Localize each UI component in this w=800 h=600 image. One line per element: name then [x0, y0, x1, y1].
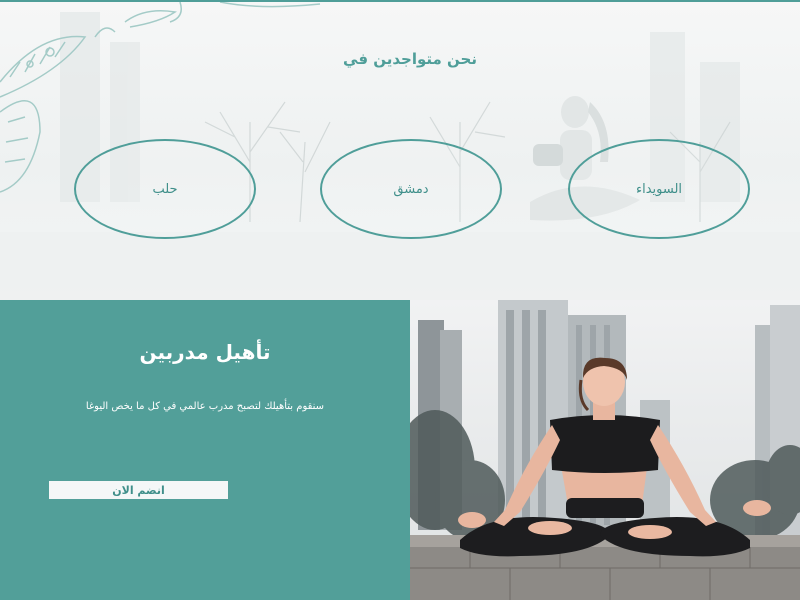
city-label: السويداء [635, 181, 683, 197]
yoga-photo [410, 300, 800, 600]
locations-section: نحن متواجدين في حلب دمشق السويداء [0, 0, 800, 300]
trainers-description: سنقوم بتأهيلك لتصبح مدرب عالمي في كل ما … [85, 401, 325, 412]
trainers-section: تأهيل مدربين سنقوم بتأهيلك لتصبح مدرب عا… [0, 300, 410, 600]
trainers-title: تأهيل مدربين [139, 340, 271, 364]
locations-title: نحن متواجدين في [343, 50, 477, 68]
join-now-button[interactable]: انضم الان [49, 481, 228, 499]
city-sweida-button[interactable]: السويداء [568, 139, 750, 239]
yoga-woman-image [410, 300, 800, 600]
city-label: دمشق [393, 181, 429, 197]
city-damascus-button[interactable]: دمشق [320, 139, 502, 239]
city-label: حلب [152, 181, 178, 197]
city-aleppo-button[interactable]: حلب [74, 139, 256, 239]
